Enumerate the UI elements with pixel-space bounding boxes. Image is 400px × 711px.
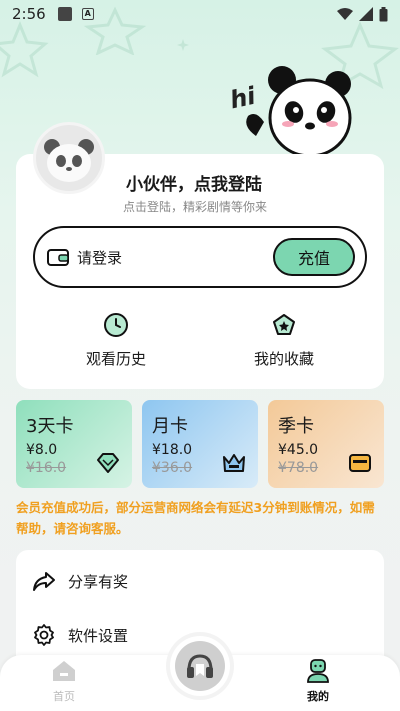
- recharge-notice: 会员充值成功后，部分运营商网络会有延迟3分钟到账情况，如需帮助，请咨询客服。: [16, 500, 375, 536]
- vip-card-3day[interactable]: 3天卡 ¥8.0 ¥16.0: [16, 400, 132, 488]
- wallet-label: 请登录: [77, 248, 123, 267]
- login-title[interactable]: 小伙伴，点我登陆: [126, 170, 262, 195]
- signal-icon: [359, 7, 373, 21]
- player-center-button[interactable]: [170, 636, 230, 696]
- panda-icon: [246, 66, 352, 158]
- vip-name: 月卡: [152, 416, 188, 437]
- home-icon: [53, 661, 75, 681]
- wallet-icon: [47, 249, 69, 266]
- diamond-icon: [97, 453, 119, 473]
- star-decoration-icon: [0, 21, 49, 78]
- settings-icon: [34, 624, 54, 646]
- star-decoration-icon: [83, 6, 147, 55]
- history-icon: [104, 313, 128, 337]
- settings-label: 软件设置: [68, 626, 129, 645]
- mine-icon: [307, 659, 329, 683]
- favorites-label: 我的收藏: [253, 350, 314, 368]
- tab-home[interactable]: 首页: [34, 659, 94, 704]
- card-icon: [349, 454, 371, 472]
- tab-mine-label: 我的: [307, 690, 329, 703]
- vip-name: 季卡: [278, 416, 314, 437]
- notification-icon: [57, 7, 72, 21]
- panda-avatar-icon: [44, 139, 94, 182]
- wallet-box[interactable]: 请登录 充值: [33, 226, 367, 288]
- share-reward-label: 分享有奖: [68, 572, 129, 591]
- vip-card-monthly[interactable]: 月卡 ¥18.0 ¥36.0: [142, 400, 258, 488]
- login-subtitle: 点击登陆，精彩剧情等你来: [123, 200, 268, 214]
- crown-icon: [223, 454, 245, 472]
- wifi-icon: [337, 8, 353, 20]
- avatar[interactable]: [33, 122, 105, 194]
- favorites-button[interactable]: 我的收藏: [224, 312, 344, 369]
- settings-item[interactable]: 软件设置: [32, 623, 128, 647]
- tab-mine[interactable]: 我的: [288, 659, 348, 704]
- vip-card-quarterly[interactable]: 季卡 ¥45.0 ¥78.0: [268, 400, 384, 488]
- share-reward-item[interactable]: 分享有奖: [32, 569, 128, 593]
- headphones-icon: [187, 654, 213, 678]
- watch-history-button[interactable]: 观看历史: [56, 312, 176, 369]
- recharge-button[interactable]: 充值: [273, 238, 355, 276]
- panda-mascot: hi: [224, 62, 354, 162]
- share-icon: [33, 572, 55, 591]
- watch-history-label: 观看历史: [85, 350, 146, 368]
- star-decoration-icon: [177, 39, 189, 51]
- vip-name: 3天卡: [26, 416, 74, 437]
- favorite-icon: [273, 314, 295, 335]
- tab-home-label: 首页: [53, 690, 75, 703]
